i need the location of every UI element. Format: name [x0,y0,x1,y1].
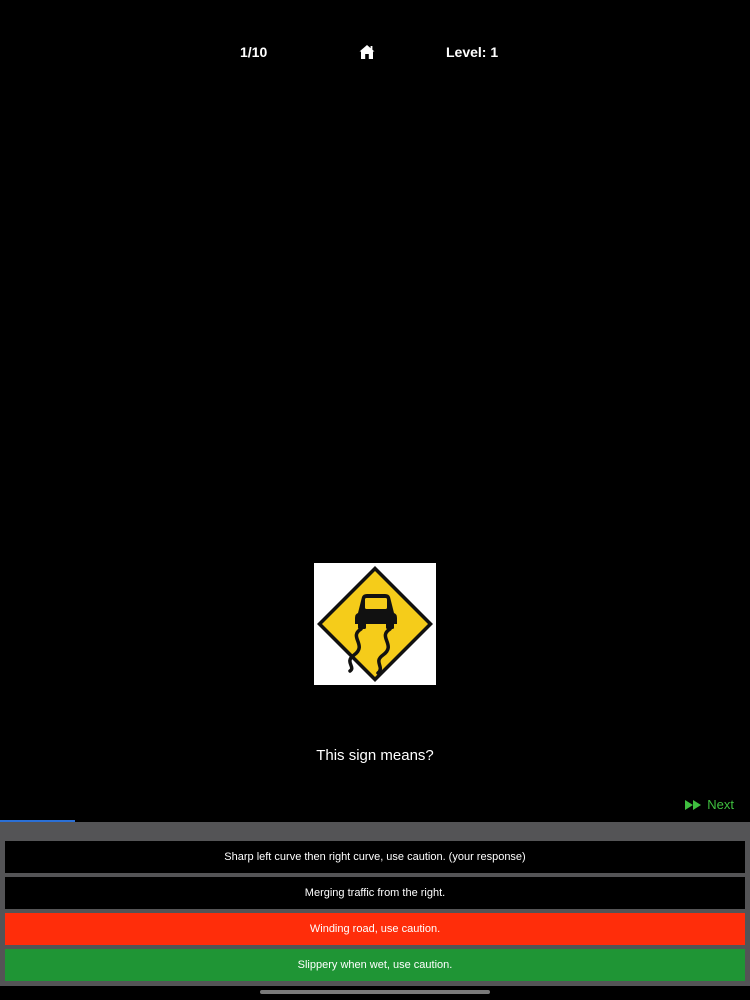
next-button[interactable]: Next [685,797,734,812]
next-label: Next [707,797,734,812]
answer-option-4[interactable]: Slippery when wet, use caution. [5,949,745,981]
answers-panel: Sharp left curve then right curve, use c… [0,822,750,986]
road-sign-image [314,563,436,685]
question-text: This sign means? [316,747,434,764]
fast-forward-icon [685,799,702,810]
top-bar: 1/10 Level: 1 [0,42,750,66]
answer-option-3[interactable]: Winding road, use caution. [5,913,745,945]
answer-option-1[interactable]: Sharp left curve then right curve, use c… [5,841,745,873]
question-counter: 1/10 [240,44,268,60]
home-indicator[interactable] [260,990,490,994]
slippery-when-wet-sign-icon [314,563,436,685]
home-button[interactable] [358,43,376,61]
level-label: Level: 1 [446,44,499,60]
home-icon [359,45,375,59]
answer-option-2[interactable]: Merging traffic from the right. [5,877,745,909]
